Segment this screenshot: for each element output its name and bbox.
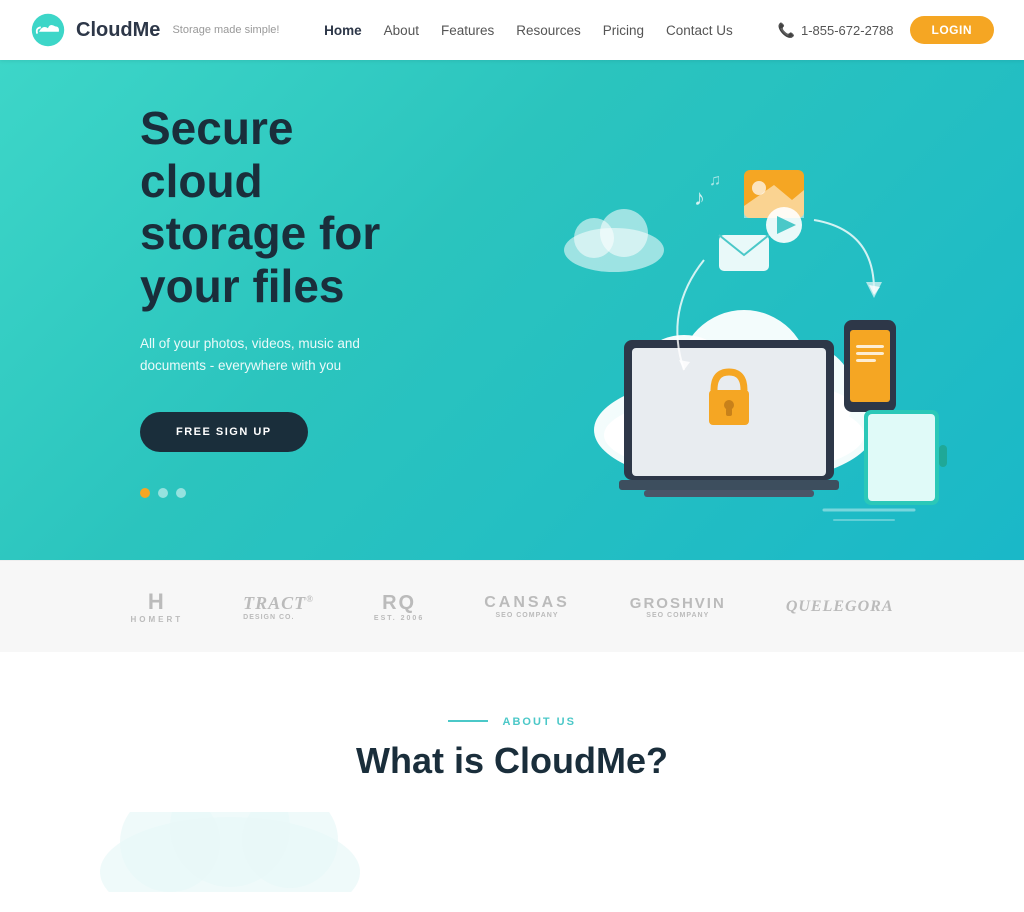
about-section-label: ABOUT US <box>503 716 576 728</box>
partner-logo-cansas: CANSAS SEO COMPANY <box>484 594 570 619</box>
svg-text:♫: ♫ <box>709 172 721 189</box>
phone-area: 📞 1-855-672-2788 <box>778 22 894 39</box>
main-nav: Home About Features Resources Pricing Co… <box>324 23 733 38</box>
phone-number: 1-855-672-2788 <box>801 23 894 38</box>
logo-icon <box>30 12 66 48</box>
partner-logo-homert: H HOMERT <box>131 589 184 624</box>
hero-dot-1[interactable] <box>140 488 150 498</box>
hero-dot-3[interactable] <box>176 488 186 498</box>
partner-logo-rq: RQ EST. 2006 <box>374 592 424 622</box>
hero-section: Secure cloud storage for your files All … <box>0 60 1024 560</box>
hero-subtitle: All of your photos, videos, music and do… <box>140 333 420 376</box>
about-label: ABOUT US <box>0 712 1024 730</box>
nav-about[interactable]: About <box>384 23 419 38</box>
hero-dot-2[interactable] <box>158 488 168 498</box>
illus-svg: ♪ ♫ <box>524 90 964 530</box>
hero-title: Secure cloud storage for your files <box>140 102 420 314</box>
partner-logo-tract: tract® design co. <box>243 593 314 621</box>
phone-icon: 📞 <box>778 22 795 39</box>
header: CloudMe Storage made simple! Home About … <box>0 0 1024 60</box>
hero-illustration: ♪ ♫ <box>524 90 964 530</box>
hero-dots <box>140 488 420 498</box>
nav-resources[interactable]: Resources <box>516 23 581 38</box>
logo-area: CloudMe Storage made simple! <box>30 12 279 48</box>
about-title: What is CloudMe? <box>0 740 1024 782</box>
login-button[interactable]: LOGIN <box>910 16 995 44</box>
nav-pricing[interactable]: Pricing <box>603 23 644 38</box>
logo-tagline: Storage made simple! <box>172 24 279 36</box>
signup-button[interactable]: FREE SIGN UP <box>140 412 308 452</box>
about-label-line <box>448 720 488 722</box>
partner-logo-groshvin: GROSHVIN SEO COMPANY <box>630 595 726 619</box>
nav-contact[interactable]: Contact Us <box>666 23 733 38</box>
partial-cloud <box>80 812 380 892</box>
about-section: ABOUT US What is CloudMe? <box>0 652 1024 912</box>
nav-home[interactable]: Home <box>324 23 362 38</box>
header-right: 📞 1-855-672-2788 LOGIN <box>778 16 994 44</box>
partner-logo-quelegora: Quelegora <box>786 598 894 616</box>
logo-text: CloudMe <box>76 19 160 42</box>
svg-text:♪: ♪ <box>694 185 705 210</box>
nav-features[interactable]: Features <box>441 23 494 38</box>
logos-strip: H HOMERT tract® design co. RQ EST. 2006 … <box>0 560 1024 652</box>
hero-content: Secure cloud storage for your files All … <box>0 102 420 499</box>
